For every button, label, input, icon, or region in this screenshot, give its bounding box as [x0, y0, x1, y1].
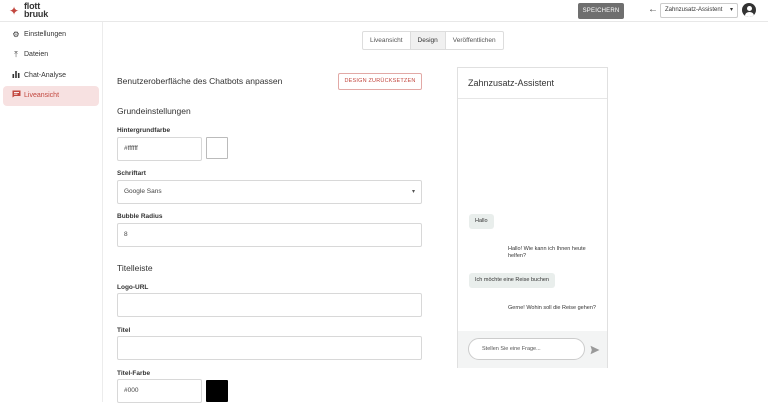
background-color-value: #ffffff [124, 145, 138, 152]
bubble-radius-input[interactable]: 8 [117, 223, 422, 247]
reset-design-button[interactable]: DESIGN ZURÜCKSETZEN [338, 73, 422, 90]
chat-bubble-bot: Hallo! Wie kann ich Ihnen heute helfen? [508, 246, 586, 259]
background-color-swatch[interactable] [206, 137, 228, 159]
chat-input-placeholder: Stellen Sie eine Frage... [482, 346, 541, 352]
logo-url-input[interactable] [117, 293, 422, 317]
sidebar-item-einstellungen[interactable]: ⚙ Einstellungen [3, 25, 99, 45]
preview-title: Zahnzusatz-Assistent [468, 78, 555, 88]
upload-icon: ⤒ [14, 50, 18, 59]
section-heading-basic: Grundeinstellungen [117, 106, 191, 116]
save-button[interactable]: SPEICHERN [578, 3, 624, 19]
chat-bubble-bot: Gerne! Wohin soll die Reise gehen? [508, 305, 596, 311]
title-color-value: #000 [124, 387, 139, 394]
bubble-radius-value: 8 [124, 231, 128, 238]
section-heading-titlebar: Titelleiste [117, 263, 153, 273]
bot-select-value: Zahnzusatz-Assistent [665, 7, 723, 13]
chat-input[interactable]: Stellen Sie eine Frage... [468, 338, 585, 360]
sparkle-icon: ✦ [9, 4, 20, 18]
title-color-label: Titel-Farbe [117, 370, 151, 377]
background-color-label: Hintergrundfarbe [117, 127, 171, 134]
bot-select[interactable]: Zahnzusatz-Assistent ▾ [660, 3, 738, 18]
title-label: Titel [117, 327, 131, 334]
chevron-down-icon: ▾ [411, 189, 415, 195]
gear-icon: ⚙ [12, 30, 20, 39]
sidebar-item-label: Liveansicht [24, 92, 60, 99]
logo-url-label: Logo-URL [117, 284, 149, 291]
chat-icon [11, 86, 21, 106]
sidebar-item-chat-analyse[interactable]: Chat-Analyse [3, 66, 99, 86]
sidebar-item-label: Dateien [24, 51, 49, 58]
design-form: Benutzeroberfläche des Chatbots anpassen… [117, 0, 427, 403]
title-input[interactable] [117, 336, 422, 360]
back-arrow-icon[interactable]: ← [648, 4, 658, 16]
logo[interactable]: ✦ flott bruuk [9, 2, 69, 20]
tab-veroeffentlichen[interactable]: Veröffentlichen [446, 32, 503, 49]
sidebar: ⚙ Einstellungen ⤒ Dateien Chat-Analyse L… [0, 22, 103, 402]
title-color-swatch[interactable] [206, 380, 228, 402]
chat-bubble-user: Ich möchte eine Reise buchen [469, 273, 555, 288]
title-color-input[interactable]: #000 [117, 379, 202, 403]
font-label: Schriftart [117, 170, 146, 177]
chat-preview: Zahnzusatz-Assistent Hallo Hallo! Wie ka… [457, 67, 608, 368]
chat-bubble-user: Hallo [469, 214, 494, 229]
logo-text: flott bruuk [24, 2, 49, 19]
font-select-value: Google Sans [124, 188, 162, 195]
send-icon[interactable] [590, 342, 600, 355]
bar-chart-icon [11, 66, 21, 86]
chevron-down-icon: ▾ [729, 7, 733, 13]
chat-input-bar: Stellen Sie eine Frage... [458, 331, 607, 368]
font-select[interactable]: Google Sans ▾ [117, 180, 422, 204]
preview-divider [458, 98, 607, 99]
page-title: Benutzeroberfläche des Chatbots anpassen [117, 76, 283, 86]
sidebar-item-dateien[interactable]: ⤒ Dateien [3, 45, 99, 65]
logo-line-2: bruuk [24, 9, 49, 19]
sidebar-item-liveansicht[interactable]: Liveansicht [3, 86, 99, 106]
bubble-radius-label: Bubble Radius [117, 213, 163, 220]
account-icon[interactable] [742, 3, 756, 17]
sidebar-item-label: Einstellungen [24, 31, 67, 38]
sidebar-item-label: Chat-Analyse [24, 72, 67, 79]
background-color-input[interactable]: #ffffff [117, 137, 202, 161]
